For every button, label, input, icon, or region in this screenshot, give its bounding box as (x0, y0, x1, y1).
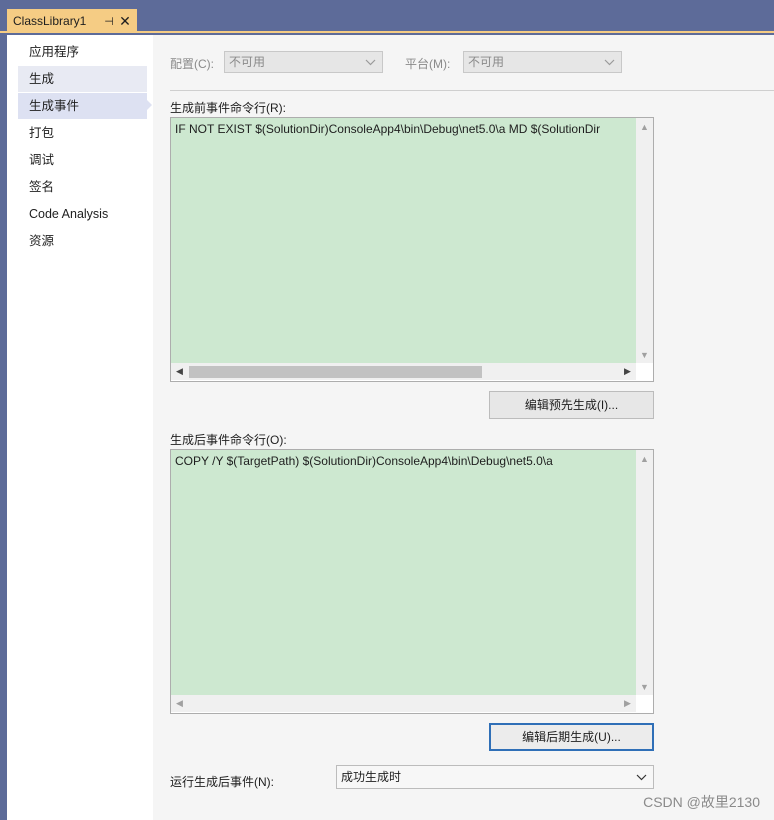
prebuild-label: 生成前事件命令行(R): (170, 101, 286, 115)
platform-label: 平台(M): (405, 57, 451, 71)
sidebar-item-package[interactable]: 打包 (18, 120, 147, 146)
watermark: CSDN @故里2130 (643, 794, 760, 810)
scroll-down-icon[interactable]: ▼ (636, 346, 653, 363)
postbuild-command-text[interactable]: COPY /Y $(TargetPath) $(SolutionDir)Cons… (171, 450, 636, 695)
build-events-page: 配置(C): 不可用 平台(M): 不可用 生成前事件命令行(R): IF NO… (153, 35, 774, 820)
sidebar-item-build[interactable]: 生成 (18, 66, 147, 92)
scroll-down-icon[interactable]: ▼ (636, 678, 653, 695)
edit-postbuild-button[interactable]: 编辑后期生成(U)... (489, 723, 654, 751)
sidebar-item-build-events[interactable]: 生成事件 (18, 93, 147, 119)
run-event-label: 运行生成后事件(N): (170, 775, 274, 789)
sidebar-item-debug[interactable]: 调试 (18, 147, 147, 173)
config-label: 配置(C): (170, 57, 214, 71)
tab-title: ClassLibrary1 (13, 14, 87, 28)
pin-icon[interactable]: ⊣ (101, 15, 117, 28)
sidebar-item-application[interactable]: 应用程序 (18, 39, 147, 65)
close-icon[interactable]: ✕ (117, 13, 133, 30)
postbuild-label: 生成后事件命令行(O): (170, 433, 287, 447)
tab-classlibrary1[interactable]: ClassLibrary1 ⊣ ✕ (7, 9, 137, 33)
prebuild-vertical-scrollbar[interactable]: ▲ ▼ (636, 118, 653, 363)
run-event-value: 成功生成时 (341, 770, 402, 784)
scroll-left-icon[interactable]: ◀ (171, 363, 188, 380)
prebuild-command-editor[interactable]: IF NOT EXIST $(SolutionDir)ConsoleApp4\b… (170, 117, 654, 382)
chevron-down-icon (603, 52, 615, 72)
sidebar-item-resources[interactable]: 资源 (18, 228, 147, 254)
edit-prebuild-button[interactable]: 编辑预先生成(I)... (489, 391, 654, 419)
postbuild-command-editor[interactable]: COPY /Y $(TargetPath) $(SolutionDir)Cons… (170, 449, 654, 714)
prebuild-horizontal-scrollbar[interactable]: ◀ ▶ (171, 363, 636, 380)
scroll-right-icon[interactable]: ▶ (619, 695, 636, 712)
prebuild-scroll-thumb[interactable] (189, 366, 482, 378)
platform-value: 不可用 (468, 55, 505, 69)
chevron-down-icon (364, 52, 376, 72)
selection-arrow (146, 99, 152, 111)
divider (170, 90, 774, 91)
run-event-combo[interactable]: 成功生成时 (336, 765, 654, 789)
prebuild-command-text[interactable]: IF NOT EXIST $(SolutionDir)ConsoleApp4\b… (171, 118, 636, 363)
sidebar: 应用程序 生成 生成事件 打包 调试 签名 Code Analysis 资源 (7, 35, 153, 820)
chevron-down-icon (635, 766, 647, 788)
sidebar-item-signing[interactable]: 签名 (18, 174, 147, 200)
platform-combo[interactable]: 不可用 (463, 51, 622, 73)
scroll-left-icon[interactable]: ◀ (171, 695, 188, 712)
config-combo[interactable]: 不可用 (224, 51, 383, 73)
scroll-up-icon[interactable]: ▲ (636, 118, 653, 135)
sidebar-item-code-analysis[interactable]: Code Analysis (18, 201, 147, 227)
postbuild-vertical-scrollbar[interactable]: ▲ ▼ (636, 450, 653, 695)
postbuild-horizontal-scrollbar[interactable]: ◀ ▶ (171, 695, 636, 712)
scroll-right-icon[interactable]: ▶ (619, 363, 636, 380)
config-value: 不可用 (229, 55, 266, 69)
scroll-up-icon[interactable]: ▲ (636, 450, 653, 467)
